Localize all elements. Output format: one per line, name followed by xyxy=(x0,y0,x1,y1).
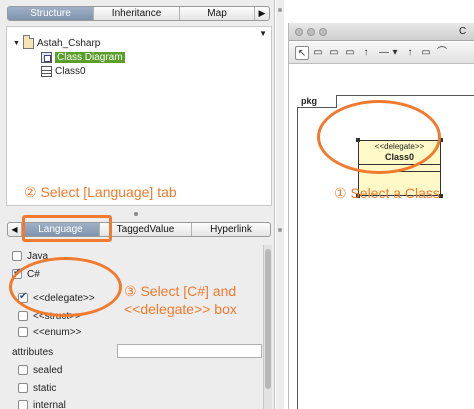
association-tool-icon[interactable]: — xyxy=(377,46,391,60)
window-title: C xyxy=(459,26,467,37)
language-properties: Java C# <<delegate>> <<struct>> <<enum>>… xyxy=(6,241,272,409)
struct-option[interactable]: <<struct>> xyxy=(18,309,81,323)
internal-label: internal xyxy=(33,399,66,409)
class-header: <<delegate>> Class0 xyxy=(359,141,440,165)
package-tool-icon[interactable]: ▭ xyxy=(343,46,357,60)
tree-item-class0[interactable]: Class0 xyxy=(41,64,86,78)
class-name: Class0 xyxy=(384,152,415,162)
tab-map[interactable]: Map xyxy=(180,7,255,20)
enum-option[interactable]: <<enum>> xyxy=(18,325,81,339)
delegate-checkbox[interactable] xyxy=(18,291,28,303)
struct-checkbox[interactable] xyxy=(18,311,28,321)
tree-item-label: Class Diagram xyxy=(55,51,125,63)
internal-option[interactable]: internal xyxy=(18,398,66,409)
internal-checkbox[interactable] xyxy=(18,400,28,409)
select-tool-icon[interactable]: ↖ xyxy=(295,46,309,60)
csharp-option[interactable]: C# xyxy=(12,267,40,281)
note-anchor-tool-icon[interactable]: ⌒ xyxy=(435,46,449,60)
scrollbar-thumb[interactable] xyxy=(265,249,271,389)
splitter-grip[interactable] xyxy=(278,228,282,232)
class-stereotype: <<delegate>> xyxy=(374,142,425,151)
step1-annotation: ① Select a Class xyxy=(334,185,440,201)
minimize-window-icon[interactable] xyxy=(307,28,315,36)
delegate-label: <<delegate>> xyxy=(33,292,95,304)
sealed-label: sealed xyxy=(33,364,63,376)
structure-tab-bar: Structure Inheritance Map ▶ xyxy=(7,6,270,21)
splitter-grip[interactable] xyxy=(278,8,282,12)
csharp-checkbox[interactable] xyxy=(12,267,22,279)
step2-annotation: ② Select [Language] tab xyxy=(24,184,177,200)
java-label: Java xyxy=(27,250,49,262)
java-option[interactable]: Java xyxy=(12,249,48,263)
step3-annotation-line2: <<delegate>> box xyxy=(124,301,237,317)
right-panel: C ↖ ▭ ▭ ▭ ↑ — ▾ ↑ ▭ ⌒ pkg <<delegate>> C… xyxy=(276,0,474,409)
tree-item-label: Class0 xyxy=(55,65,86,77)
tab-scroll-right-icon[interactable]: ▶ xyxy=(255,7,269,20)
attributes-label: attributes xyxy=(12,346,54,358)
tree-item-class-diagram[interactable]: Class Diagram xyxy=(41,50,125,64)
delegate-option[interactable]: <<delegate>> xyxy=(18,291,95,305)
attribute-compartment xyxy=(359,165,440,172)
java-checkbox[interactable] xyxy=(12,251,22,261)
struct-label: <<struct>> xyxy=(33,310,81,322)
class-tool-icon[interactable]: ▭ xyxy=(311,46,325,60)
tab-language[interactable]: Language xyxy=(22,223,100,236)
resize-handle[interactable] xyxy=(439,138,443,142)
operation-compartment xyxy=(359,172,440,179)
resize-handle[interactable] xyxy=(356,138,360,142)
static-option[interactable]: static xyxy=(18,381,56,395)
left-panel: Structure Inheritance Map ▶ ▼ ▼ Astah_Cs… xyxy=(0,0,275,409)
close-window-icon[interactable] xyxy=(295,28,303,36)
enum-label: <<enum>> xyxy=(33,326,82,338)
package-frame-label: pkg xyxy=(297,95,337,108)
tab-tagged-value[interactable]: TaggedValue xyxy=(100,223,192,236)
note-tool-icon[interactable]: ▭ xyxy=(419,46,433,60)
tree-item-label: Astah_Csharp xyxy=(37,37,101,49)
sealed-option[interactable]: sealed xyxy=(18,363,62,377)
class-icon xyxy=(41,65,52,77)
tree-dropdown-icon[interactable]: ▼ xyxy=(259,29,267,38)
sealed-checkbox[interactable] xyxy=(18,365,28,375)
tab-hyperlink[interactable]: Hyperlink xyxy=(192,223,270,236)
enum-checkbox[interactable] xyxy=(18,327,28,337)
tab-inheritance[interactable]: Inheritance xyxy=(94,7,181,20)
dependency-tool-icon[interactable]: ↑ xyxy=(403,46,417,60)
attributes-input[interactable] xyxy=(117,344,262,358)
panel-splitter[interactable] xyxy=(276,0,284,409)
class-diagram-icon xyxy=(41,51,52,63)
interface-tool-icon[interactable]: ▭ xyxy=(327,46,341,60)
diagram-window: C ↖ ▭ ▭ ▭ ↑ — ▾ ↑ ▭ ⌒ pkg <<delegate>> C… xyxy=(288,23,474,409)
generalization-tool-icon[interactable]: ↑ xyxy=(359,46,373,60)
tab-scroll-left-icon[interactable]: ◀ xyxy=(8,223,22,236)
zoom-window-icon[interactable] xyxy=(319,28,327,36)
structure-tree: ▼ ▼ Astah_Csharp Class Diagram Class0 xyxy=(6,26,272,206)
static-checkbox[interactable] xyxy=(18,383,28,393)
step3-annotation-line1: ③ Select [C#] and xyxy=(124,283,237,299)
package-icon xyxy=(23,34,34,49)
tree-toggle-icon[interactable]: ▼ xyxy=(13,40,23,47)
property-tab-bar: ◀ Language TaggedValue Hyperlink xyxy=(7,222,271,237)
splitter-grip[interactable] xyxy=(134,212,138,216)
csharp-label: C# xyxy=(27,268,40,280)
diagram-canvas[interactable]: pkg <<delegate>> Class0 xyxy=(289,65,474,409)
window-titlebar: C xyxy=(289,23,474,41)
tab-structure[interactable]: Structure xyxy=(8,7,95,20)
tree-item-project[interactable]: ▼ Astah_Csharp xyxy=(13,34,101,50)
properties-scrollbar[interactable] xyxy=(263,245,272,409)
attributes-row: attributes xyxy=(12,345,53,359)
association-dropdown-icon[interactable]: ▾ xyxy=(391,46,399,60)
static-label: static xyxy=(33,382,57,394)
diagram-toolbar: ↖ ▭ ▭ ▭ ↑ — ▾ ↑ ▭ ⌒ xyxy=(289,42,474,64)
